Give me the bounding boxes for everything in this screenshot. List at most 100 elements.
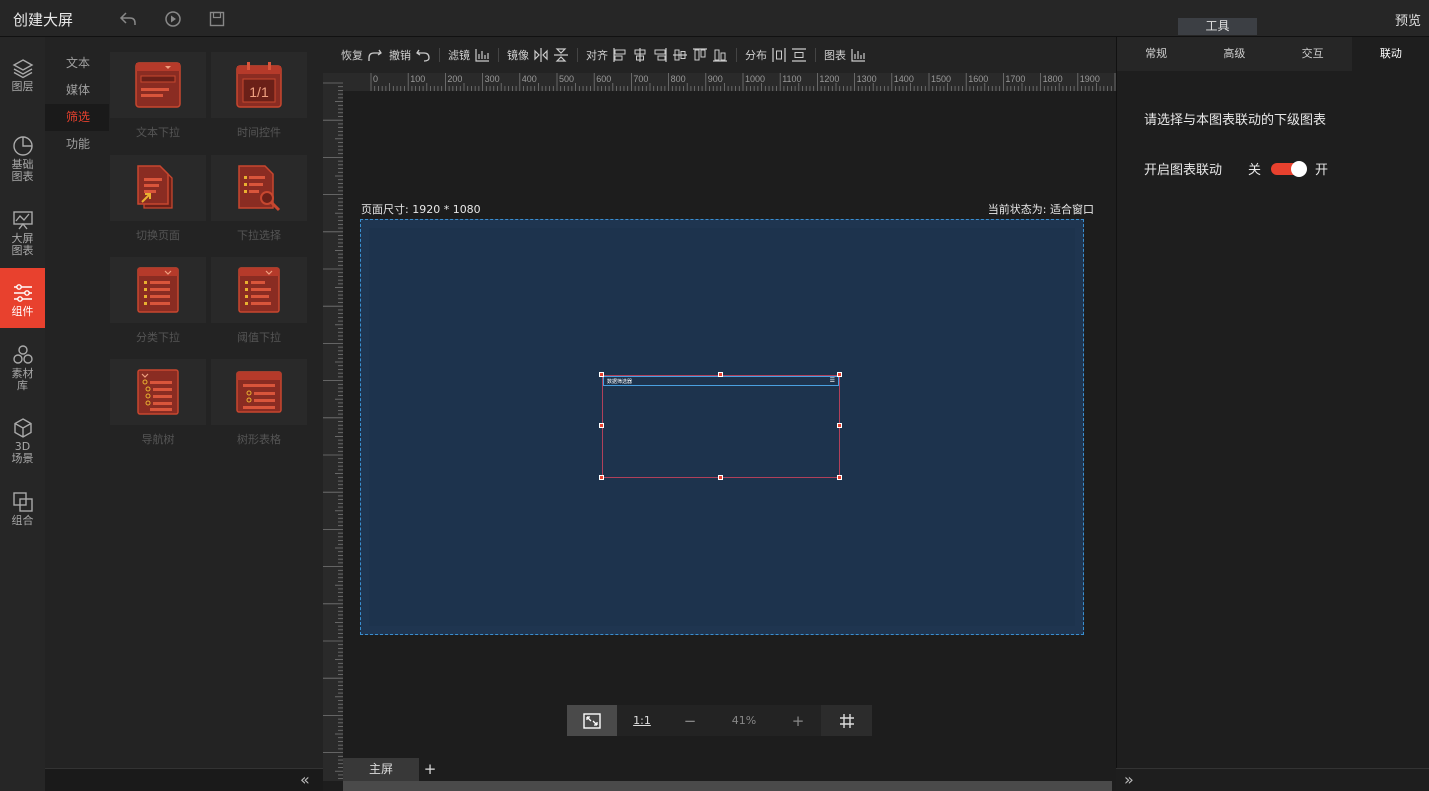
add-screen-button[interactable]: + <box>419 758 441 781</box>
text-dropdown-icon <box>110 52 206 118</box>
collapse-left-icon[interactable]: « <box>300 770 310 789</box>
ruler-label: 1500 <box>931 74 951 84</box>
tab-linkage[interactable]: 联动 <box>1351 37 1429 71</box>
component-card-dropdown-select[interactable]: 下拉选择 <box>211 155 307 245</box>
mirror-label: 镜像 <box>507 49 529 62</box>
selected-filter-widget[interactable]: 数据筛选器 ☰ <box>602 375 840 478</box>
tree-table-icon <box>211 359 307 425</box>
ruler-label: 400 <box>522 74 537 84</box>
filter-button[interactable]: 滤镜 <box>448 47 490 63</box>
align-center-v-icon <box>673 49 687 61</box>
filter-chart-icon <box>475 49 489 62</box>
component-label: 切换页面 <box>136 229 180 242</box>
resize-handle-w[interactable] <box>599 423 604 428</box>
tab-main-screen[interactable]: 主屏 <box>343 758 419 781</box>
nav-item-materials[interactable]: 素材 库 <box>0 344 45 396</box>
component-card-threshold-dropdown[interactable]: 阈值下拉 <box>211 257 307 347</box>
chart-label: 图表 <box>824 49 846 62</box>
actual-size-button[interactable]: 1:1 <box>617 705 667 736</box>
nav-tree-icon <box>110 359 206 425</box>
dropdown-search-icon <box>211 155 307 221</box>
save-icon[interactable] <box>207 9 227 29</box>
toolbar-divider <box>498 48 499 62</box>
resize-handle-sw[interactable] <box>599 475 604 480</box>
play-icon[interactable] <box>163 9 183 29</box>
nav-label: 图层 <box>11 80 34 93</box>
ruler-label: 1100 <box>782 74 801 84</box>
component-card-nav-tree[interactable]: 导航树 <box>110 359 206 449</box>
page-state-label: 当前状态为: 适合窗口 <box>987 203 1094 216</box>
left-nav: 图层 基础 图表 大屏 图表 组件 素材 库 3D 场景 组合 <box>0 37 45 791</box>
zoom-in-button[interactable]: + <box>775 705 821 736</box>
redo-icon <box>368 49 382 61</box>
group-icon <box>12 492 33 512</box>
ruler-label: 0 <box>373 74 378 84</box>
preview-button[interactable]: 预览 <box>1395 10 1421 29</box>
chart-button[interactable]: 图表 <box>824 47 866 63</box>
nav-item-basic-charts[interactable]: 基础 图表 <box>0 135 45 187</box>
linkage-toggle[interactable] <box>1271 160 1308 177</box>
sub-tab-text[interactable]: 文本 <box>45 50 109 77</box>
tab-interaction[interactable]: 交互 <box>1274 37 1352 71</box>
resize-handle-s[interactable] <box>718 475 723 480</box>
toolbar-divider <box>815 48 816 62</box>
widget-title: 数据筛选器 <box>607 379 633 385</box>
zoom-out-button[interactable]: − <box>667 705 713 736</box>
expand-right-icon[interactable]: » <box>1124 770 1134 789</box>
sub-tab-filter[interactable]: 筛选 <box>45 104 109 131</box>
layers-icon <box>12 59 33 79</box>
vertical-ruler[interactable] <box>323 73 343 781</box>
ruler-label: 1600 <box>968 74 988 84</box>
component-card-switch-page[interactable]: 切换页面 <box>110 155 206 245</box>
restore-button[interactable]: 恢复 <box>341 47 383 63</box>
component-card-text-dropdown[interactable]: 文本下拉 <box>110 52 206 142</box>
sub-tab-media[interactable]: 媒体 <box>45 77 109 104</box>
app-title: 创建大屏 <box>13 11 74 29</box>
component-card-time-control[interactable]: 1/1 时间控件 <box>211 52 307 142</box>
fit-window-button[interactable] <box>567 705 617 736</box>
nav-item-3d-scene[interactable]: 3D 场景 <box>0 417 45 469</box>
resize-handle-e[interactable] <box>837 423 842 428</box>
widget-header: 数据筛选器 ☰ <box>603 376 839 386</box>
mirror-button[interactable]: 镜像 <box>507 47 569 63</box>
back-icon[interactable] <box>118 9 138 29</box>
tools-tab[interactable]: 工具 <box>1178 18 1257 35</box>
component-label: 树形表格 <box>237 433 281 446</box>
nav-item-screen-charts[interactable]: 大屏 图表 <box>0 209 45 261</box>
component-card-category-dropdown[interactable]: 分类下拉 <box>110 257 206 347</box>
grid-toggle-button[interactable] <box>821 705 872 736</box>
sub-tab-function[interactable]: 功能 <box>45 131 109 158</box>
linkage-label: 开启图表联动 <box>1144 163 1223 178</box>
align-button[interactable]: 对齐 <box>586 47 728 63</box>
tab-general[interactable]: 常规 <box>1117 37 1195 71</box>
ruler-label: 200 <box>447 74 462 84</box>
distribute-h-icon <box>772 48 786 62</box>
toolbar-divider <box>736 48 737 62</box>
nav-item-group[interactable]: 组合 <box>0 491 45 531</box>
tab-advanced[interactable]: 高级 <box>1195 37 1273 71</box>
hexagons-icon <box>12 345 33 364</box>
undo-button[interactable]: 撤销 <box>389 47 431 63</box>
calendar-value: 1/1 <box>249 84 269 100</box>
horizontal-scrollbar[interactable] <box>343 781 1112 791</box>
resize-handle-n[interactable] <box>718 372 723 377</box>
nav-item-layers[interactable]: 图层 <box>0 57 45 101</box>
distribute-button[interactable]: 分布 <box>745 47 807 63</box>
widget-menu-icon[interactable]: ☰ <box>830 377 835 384</box>
resize-handle-se[interactable] <box>837 475 842 480</box>
resize-handle-nw[interactable] <box>599 372 604 377</box>
ruler-label: 800 <box>671 74 686 84</box>
horizontal-ruler[interactable]: 0 100 200 300 400 500 600 700 800 900 1000 1100 1200… <box>343 73 1116 91</box>
distribute-v-icon <box>792 48 806 62</box>
top-bar: 创建大屏 工具 预览 <box>0 0 1429 37</box>
component-panel: 文本 媒体 筛选 功能 文本下拉 1/1 时间控件 切换页面 下拉选择 分类下拉 <box>45 37 323 768</box>
ruler-label: 700 <box>633 74 648 84</box>
threshold-dropdown-icon <box>211 257 307 323</box>
category-dropdown-icon <box>110 257 206 323</box>
align-label: 对齐 <box>586 49 608 62</box>
component-card-tree-table[interactable]: 树形表格 <box>211 359 307 449</box>
toggle-knob <box>1291 160 1308 177</box>
ruler-label: 1900 <box>1080 74 1100 84</box>
nav-item-components[interactable]: 组件 <box>0 268 45 328</box>
resize-handle-ne[interactable] <box>837 372 842 377</box>
